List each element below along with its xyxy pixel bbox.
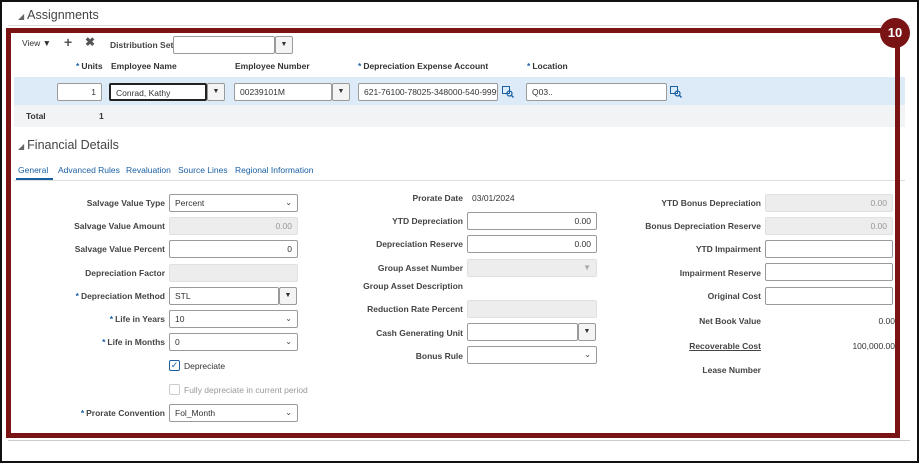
assignments-section-header[interactable]: ◢ Assignments [18,8,99,22]
highlight-box [6,28,900,438]
bottom-divider [8,440,910,441]
callout-badge: 10 [880,18,910,48]
divider [8,25,910,26]
collapse-triangle-icon: ◢ [18,12,25,21]
assignments-title: Assignments [27,8,99,22]
